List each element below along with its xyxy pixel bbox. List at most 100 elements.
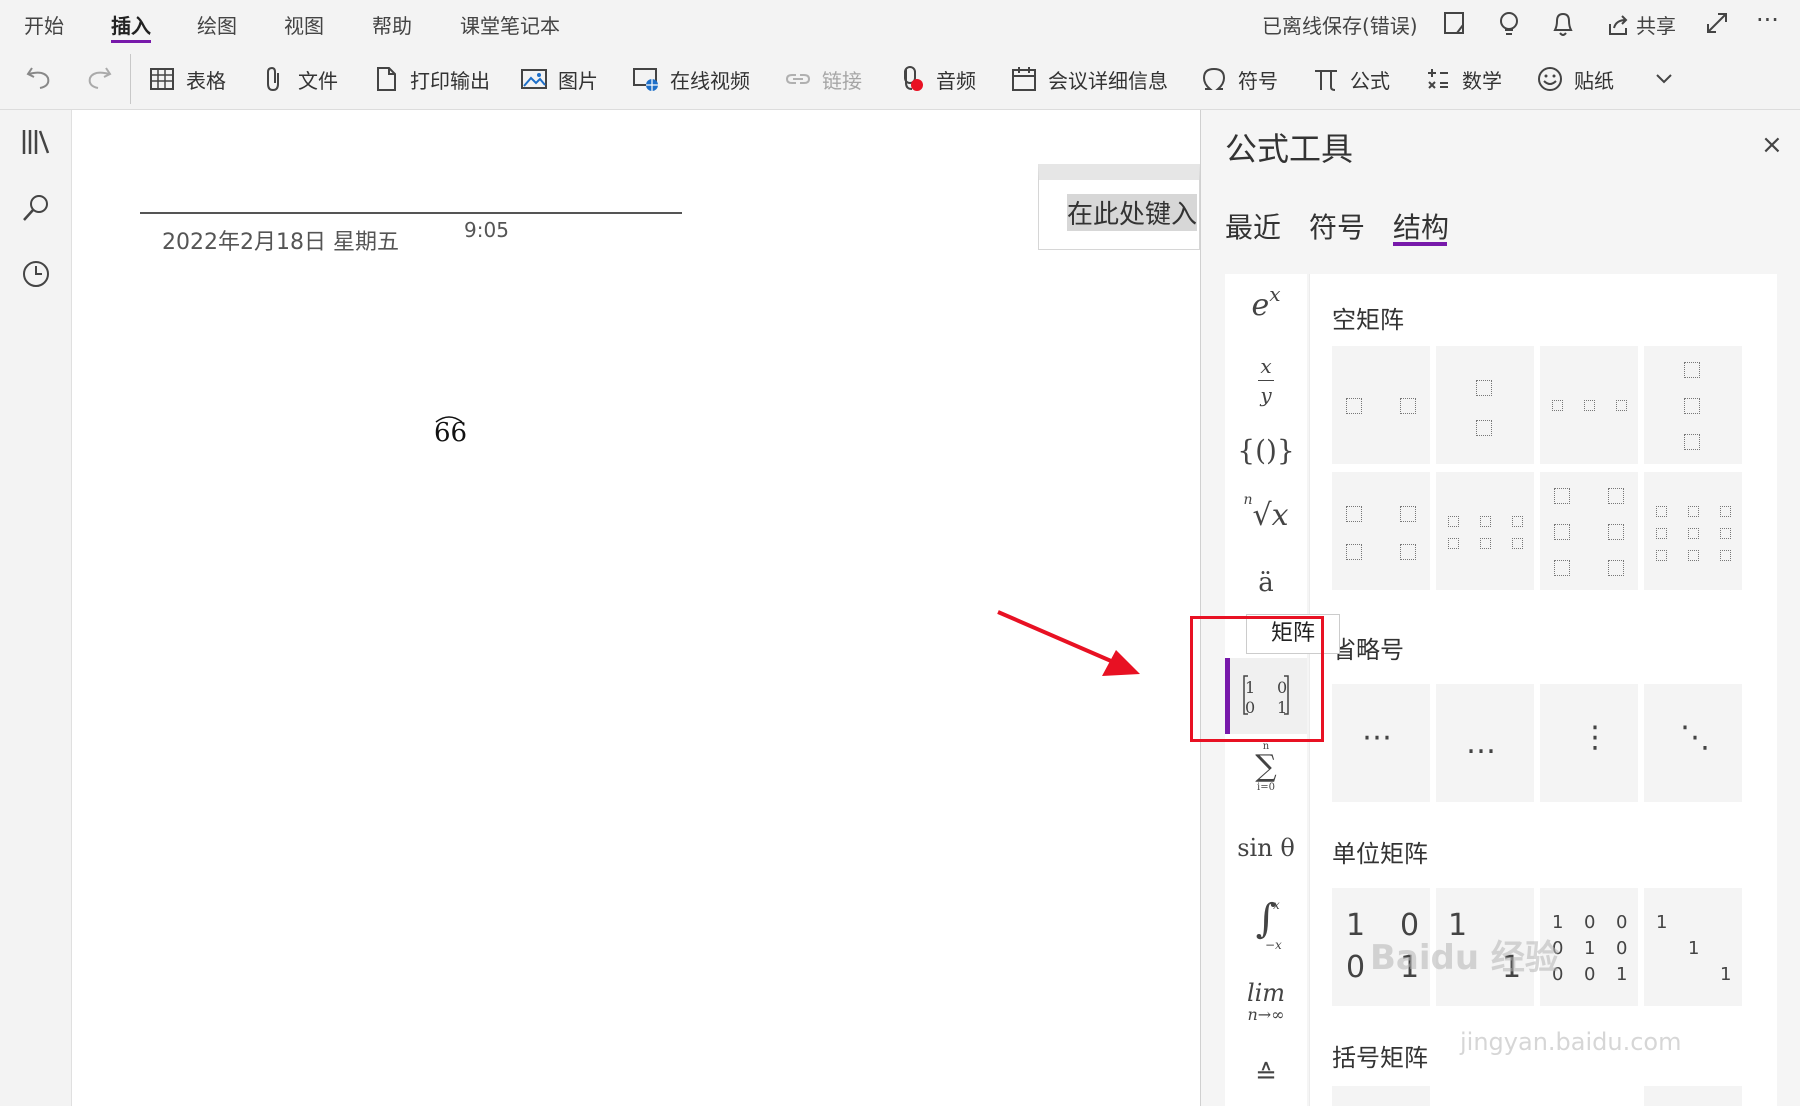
red-arrow-annotation <box>997 610 1140 676</box>
structure-gallery: 空矩阵 省略号 ⋯ … ⋮ ⋱ 单位矩阵 1 0 0 1 1 1 1 0 0 0… <box>1309 274 1777 1106</box>
insert-sticker-button[interactable]: 贴纸 <box>1536 62 1614 96</box>
vertical-ellipsis-glyph: ⋮ <box>1580 720 1610 755</box>
pi-icon <box>1315 70 1337 91</box>
math-icon <box>1428 69 1448 89</box>
tab-structures[interactable]: 结构 <box>1393 206 1449 246</box>
insert-table-button[interactable]: 表格 <box>148 62 226 96</box>
share-icon <box>1609 14 1628 35</box>
midline-ellipsis-glyph: ⋯ <box>1362 720 1392 755</box>
section-ellipsis: 省略号 <box>1332 636 1404 664</box>
ellipsis-diagonal-tile[interactable]: ⋱ <box>1644 684 1742 802</box>
structures-tab-indicator <box>1393 242 1447 246</box>
fraction-denominator: y <box>1260 383 1272 407</box>
audio-label: 音频 <box>936 68 976 93</box>
category-nary[interactable]: n ∑ i=0 <box>1225 742 1307 812</box>
meeting-label: 会议详细信息 <box>1048 68 1168 93</box>
section-bracket-matrix: 括号矩阵 <box>1332 1044 1428 1072</box>
identity-3x3-sparse-tile[interactable]: 1 1 1 <box>1644 888 1742 1006</box>
tab-class-notebook[interactable]: 课堂笔记本 <box>460 10 560 39</box>
close-icon[interactable]: × <box>1761 130 1783 160</box>
ellipsis-midline-tile[interactable]: ⋯ <box>1332 684 1430 802</box>
tab-recent[interactable]: 最近 <box>1225 206 1281 246</box>
share-button[interactable]: 共享 <box>1606 10 1676 39</box>
category-radical[interactable]: n√x <box>1225 492 1307 533</box>
record-audio-button[interactable]: 音频 <box>898 62 976 96</box>
tab-draw[interactable]: 绘图 <box>197 10 237 39</box>
tab-home[interactable]: 开始 <box>24 10 64 39</box>
insert-file-button[interactable]: 文件 <box>260 62 338 96</box>
search-icon[interactable] <box>20 192 52 224</box>
math-button[interactable]: 数学 <box>1424 62 1502 96</box>
link-icon <box>785 74 811 84</box>
category-limit[interactable]: lim n→∞ <box>1225 980 1307 1040</box>
arc-accent-icon <box>435 416 463 423</box>
insert-printout-button[interactable]: 打印输出 <box>372 62 490 96</box>
matrix-2x3-tile[interactable] <box>1436 472 1534 590</box>
notebooks-icon[interactable] <box>20 126 52 158</box>
radical-index: n <box>1243 492 1253 508</box>
tab-insert[interactable]: 插入 <box>111 10 151 39</box>
sticker-label: 贴纸 <box>1574 68 1614 93</box>
lightbulb-icon[interactable] <box>1496 10 1522 42</box>
red-highlight-box <box>1190 616 1324 742</box>
tab-symbols[interactable]: 符号 <box>1309 206 1365 246</box>
menu-bar: 开始 插入 绘图 视图 帮助 课堂笔记本 已离线保存(错误) 共享 ··· <box>0 0 1800 48</box>
ellipsis-vertical-tile[interactable]: ⋮ <box>1540 684 1638 802</box>
more-options[interactable]: ··· <box>1756 6 1779 34</box>
recent-clock-icon[interactable] <box>20 258 52 290</box>
insert-symbol-button[interactable]: 符号 <box>1200 62 1278 96</box>
sync-status[interactable]: 已离线保存(错误) <box>1262 10 1418 39</box>
category-fraction[interactable]: x y <box>1225 354 1307 414</box>
equation-input-box[interactable]: 在此处键入 <box>1038 164 1200 250</box>
matrix-3x2-tile[interactable] <box>1540 472 1638 590</box>
page-date: 2022年2月18日 星期五 <box>162 230 399 255</box>
diagonal-ellipsis-glyph: ⋱ <box>1680 720 1710 755</box>
bell-icon[interactable] <box>1550 10 1576 42</box>
expand-icon[interactable] <box>1704 10 1730 40</box>
left-navigation <box>0 110 72 1106</box>
meeting-details-button[interactable]: 会议详细信息 <box>1010 62 1168 96</box>
matrix-2x2-tile[interactable] <box>1332 472 1430 590</box>
insert-link-button[interactable]: 链接 <box>784 62 862 96</box>
insert-online-video-button[interactable]: 在线视频 <box>632 62 750 96</box>
smiley-icon <box>1538 67 1562 91</box>
redo-icon[interactable] <box>84 62 114 96</box>
category-operator[interactable]: ≙ <box>1225 1060 1307 1090</box>
equation-output[interactable]: 66 <box>434 416 467 448</box>
insert-picture-button[interactable]: 图片 <box>520 62 598 96</box>
insert-equation-button[interactable]: 公式 <box>1312 62 1390 96</box>
symbol-label: 符号 <box>1238 68 1278 93</box>
ellipsis-baseline-tile[interactable]: … <box>1436 684 1534 802</box>
id3-cell: 0 <box>1584 964 1596 985</box>
category-script[interactable]: ex <box>1225 282 1307 338</box>
file-label: 文件 <box>298 68 338 93</box>
bracket-matrix-tile[interactable] <box>1332 1086 1430 1106</box>
id3s-cell: 1 <box>1656 912 1668 933</box>
id3-cell: 0 <box>1616 938 1628 959</box>
integral-sub: −x <box>1265 938 1282 952</box>
id3-cell: 1 <box>1584 938 1596 959</box>
category-accent[interactable]: ä <box>1225 568 1307 598</box>
category-bracket[interactable]: {()} <box>1225 434 1307 467</box>
matrix-3x1-tile[interactable] <box>1644 346 1742 464</box>
tab-view[interactable]: 视图 <box>284 10 324 39</box>
matrix-3x3-tile[interactable] <box>1644 472 1742 590</box>
script-sup: x <box>1269 281 1281 306</box>
category-function[interactable]: sin θ <box>1225 834 1307 862</box>
tab-help[interactable]: 帮助 <box>372 10 412 39</box>
id2-cell: 0 <box>1346 950 1366 985</box>
ribbon-toolbar: 表格 文件 打印输出 图片 在线视频 链接 音频 会议详细信息 符号 公式 数学 <box>0 48 1800 110</box>
paperclip-icon <box>267 66 279 92</box>
page-title-line[interactable] <box>140 212 682 214</box>
fraction-numerator: x <box>1260 354 1272 378</box>
category-integral[interactable]: ∫ x −x <box>1225 896 1307 966</box>
ribbon-separator <box>130 54 131 104</box>
undo-icon[interactable] <box>24 62 54 96</box>
equation-placeholder: 在此处键入 <box>1067 194 1198 231</box>
matrix-2x1-tile[interactable] <box>1436 346 1534 464</box>
matrix-1x2-tile[interactable] <box>1332 346 1430 464</box>
matrix-1x3-tile[interactable] <box>1540 346 1638 464</box>
bracket-matrix-tile[interactable] <box>1644 1086 1742 1106</box>
notebook-icon[interactable] <box>1442 10 1468 40</box>
chevron-down-icon[interactable] <box>1652 66 1676 94</box>
